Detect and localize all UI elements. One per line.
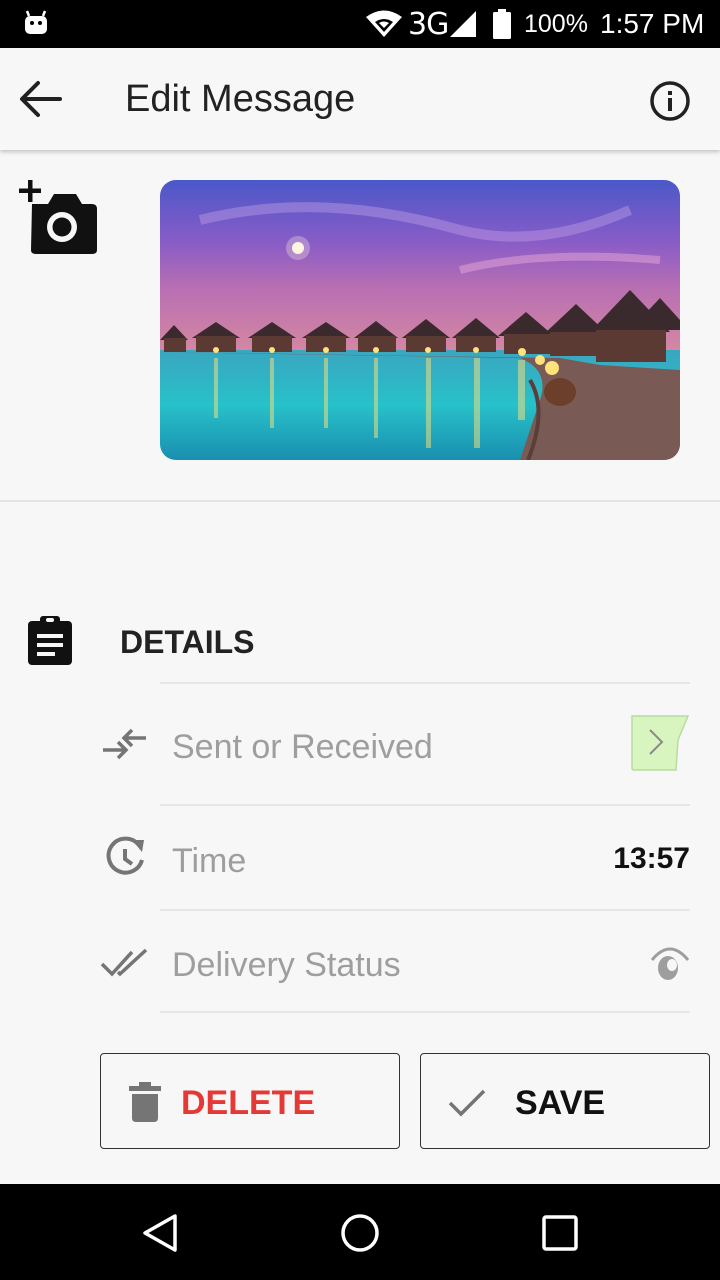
status-bar: 3G 100% 1:57 PM (0, 0, 720, 48)
time-label: Time (172, 842, 247, 880)
trash-icon (129, 1082, 161, 1122)
clock-icon (106, 836, 144, 875)
status-clock: 1:57 PM (600, 8, 705, 39)
double-check-icon (100, 948, 148, 977)
chevron-right-icon[interactable] (630, 714, 690, 772)
time-value: 13:57 (613, 842, 690, 875)
add-a-photo-icon[interactable] (18, 180, 100, 256)
delete-button[interactable]: DELETE (100, 1053, 400, 1149)
info-icon[interactable] (648, 79, 692, 123)
app-bar: Edit Message (0, 48, 720, 150)
seen-status-icon[interactable] (646, 938, 694, 986)
signal-icon (450, 11, 476, 37)
page-title: Edit Message (125, 78, 356, 120)
row-divider (160, 909, 690, 911)
back-triangle-icon[interactable] (135, 1208, 185, 1258)
section-divider (0, 500, 720, 502)
android-notification-icon (25, 10, 47, 34)
battery-percent: 100% (524, 10, 588, 38)
sent-received-arrows-icon (103, 728, 146, 760)
system-nav-bar (0, 1184, 720, 1280)
arrow-left-icon[interactable] (16, 77, 64, 121)
row-divider (160, 804, 690, 806)
clipboard-icon (28, 616, 72, 665)
save-button[interactable]: SAVE (420, 1053, 710, 1149)
delivery-status-label: Delivery Status (172, 946, 401, 984)
save-label: SAVE (515, 1084, 606, 1122)
delete-label: DELETE (181, 1084, 316, 1122)
recents-square-icon[interactable] (535, 1208, 585, 1258)
details-section-title: DETAILS (120, 624, 255, 660)
home-circle-icon[interactable] (335, 1208, 385, 1258)
battery-icon (493, 9, 511, 39)
photo-image (160, 180, 680, 460)
row-divider (160, 682, 690, 684)
check-icon (448, 1089, 486, 1117)
sent-received-label: Sent or Received (172, 728, 433, 766)
network-type: 3G (408, 7, 449, 42)
row-divider (160, 1011, 690, 1013)
message-photo[interactable] (160, 180, 680, 460)
wifi-icon (366, 10, 402, 37)
